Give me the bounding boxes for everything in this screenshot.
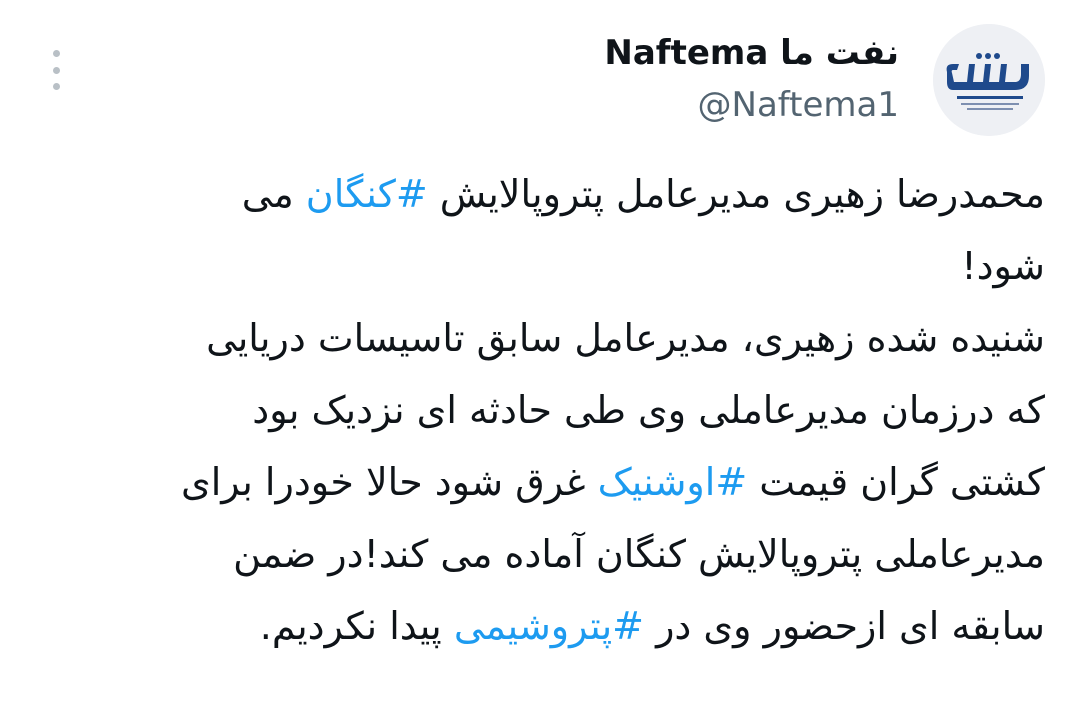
display-name[interactable]: نفت ما Naftema	[604, 30, 899, 76]
tweet-text-segment: محمدرضا زهیری مدیرعامل پتروپالایش	[427, 172, 1045, 216]
tweet-text-segment: سابقه ای ازحضور وی در	[644, 604, 1045, 648]
tweet-line: کشتی گران قیمت #اوشنیک غرق شود حالا خودر…	[35, 446, 1045, 518]
more-options-button[interactable]	[44, 50, 68, 90]
more-dot-icon	[52, 83, 60, 90]
tweet-text-segment: می	[241, 172, 306, 216]
tweet-line: سابقه ای ازحضور وی در #پتروشیمی پیدا نکر…	[35, 590, 1045, 662]
tweet-line: شنیده شده زهیری، مدیرعامل سابق تاسیسات د…	[206, 316, 1045, 360]
hashtag-link[interactable]: #پتروشیمی	[454, 604, 644, 648]
tweet-line: که درزمان مدیرعاملی وی طی حادثه ای نزدیک…	[252, 388, 1045, 432]
tweet-line: مدیرعاملی پتروپالایش کنگان آماده می کند!…	[233, 532, 1045, 576]
tweet-text-segment: کشتی گران قیمت	[747, 460, 1045, 504]
tweet-text-segment: پیدا نکردیم.	[259, 604, 454, 648]
hashtag-link[interactable]: #کنگان	[306, 172, 428, 216]
tweet-line: محمدرضا زهیری مدیرعامل پتروپالایش #کنگان…	[35, 158, 1045, 230]
naftema-logo-icon	[933, 24, 1045, 136]
more-dot-icon	[52, 50, 60, 57]
tweet-text-segment: غرق شود حالا خودرا برای	[180, 460, 598, 504]
hashtag-link[interactable]: #اوشنیک	[598, 460, 748, 504]
tweet-text: محمدرضا زهیری مدیرعامل پتروپالایش #کنگان…	[35, 158, 1045, 662]
user-handle[interactable]: @Naftema1	[604, 82, 899, 128]
more-dot-icon	[52, 66, 60, 74]
tweet-header: نفت ما Naftema @Naftema1	[604, 30, 899, 128]
tweet-line: شود!	[961, 244, 1045, 288]
avatar[interactable]	[933, 24, 1045, 136]
